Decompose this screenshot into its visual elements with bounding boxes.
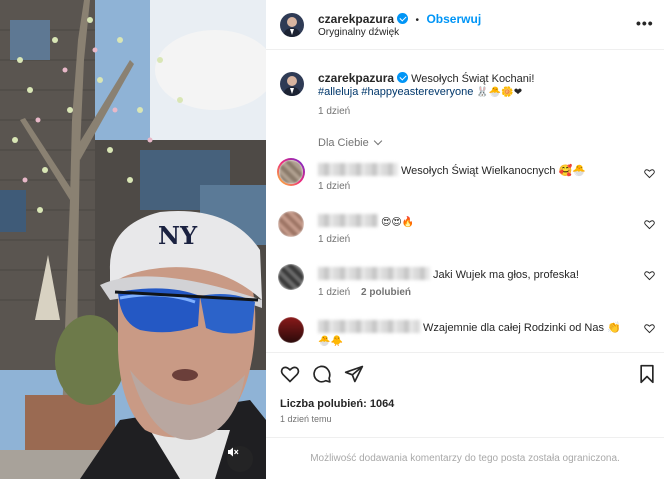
- commenter-avatar[interactable]: [278, 264, 304, 290]
- caption-author-avatar[interactable]: [280, 72, 304, 96]
- post-header: czarekpazura • Obserwuj Oryginalny dźwię…: [266, 0, 664, 50]
- comment-time[interactable]: 1 dzień: [318, 287, 350, 298]
- comment-bubble-icon[interactable]: [312, 364, 332, 384]
- share-paper-plane-icon[interactable]: [344, 364, 364, 384]
- blurred-username: [318, 214, 378, 227]
- caption-line-1: czarekpazura Wesołych Świąt Kochani!: [318, 71, 534, 85]
- caption-time[interactable]: 1 dzień: [318, 106, 350, 117]
- header-separator: •: [415, 15, 420, 26]
- author-username[interactable]: czarekpazura: [318, 12, 394, 26]
- commenter-avatar[interactable]: [277, 158, 305, 186]
- verified-badge-icon: [397, 72, 409, 83]
- comment-item: Wzajemnie dla całej Rodzinki od Nas 👏 🐣🐥: [266, 317, 664, 351]
- speaker-muted-icon: [228, 447, 239, 457]
- comment-text-line: Wzajemnie dla całej Rodzinki od Nas 👏: [318, 320, 621, 334]
- commenter-avatar[interactable]: [278, 211, 304, 237]
- comments-restricted-text: Możliwość dodawania komentarzy do tego p…: [310, 453, 620, 464]
- caption-line-2: #alleluja #happyeastereveryone 🐰🐣🌼❤: [318, 86, 522, 98]
- comment-text-line: 😍😍🔥: [318, 214, 414, 228]
- comment-time[interactable]: 1 dzień: [318, 181, 350, 192]
- post-details-panel: czarekpazura • Obserwuj Oryginalny dźwię…: [266, 0, 664, 479]
- follow-button[interactable]: Obserwuj: [426, 12, 481, 26]
- caption-text: Wesołych Świąt Kochani!: [411, 73, 535, 85]
- blurred-username: [318, 163, 398, 176]
- svg-text:NY: NY: [158, 221, 198, 250]
- like-comment-heart-icon[interactable]: [644, 270, 655, 281]
- caption-emojis: 🐰🐣🌼❤: [476, 87, 523, 98]
- blurred-username: [318, 267, 430, 280]
- comment-text-line: Wesołych Świąt Wielkanocnych 🥰🐣: [318, 163, 586, 177]
- comment-item: Wesołych Świąt Wielkanocnych 🥰🐣 1 dzień: [266, 158, 664, 198]
- comment-sort-dropdown[interactable]: Dla Ciebie: [318, 136, 383, 149]
- comment-time[interactable]: 1 dzień: [318, 234, 350, 245]
- like-heart-icon[interactable]: [280, 364, 300, 384]
- like-comment-heart-icon[interactable]: [644, 219, 655, 230]
- comment-meta: 1 dzień 2 polubień: [318, 287, 411, 298]
- post-photo: NY: [0, 0, 266, 479]
- blurred-avatar: [278, 317, 304, 343]
- blurred-username: [318, 320, 420, 333]
- blurred-avatar: [279, 160, 303, 184]
- mute-button[interactable]: [227, 446, 253, 472]
- comment-sort-label: Dla Ciebie: [318, 137, 369, 149]
- comment-text-continued: 🐣🐥: [318, 336, 343, 347]
- more-options-icon[interactable]: •••: [636, 15, 654, 31]
- avatar-image: [280, 13, 304, 37]
- save-bookmark-icon[interactable]: [638, 364, 656, 384]
- verified-badge-icon: [397, 13, 409, 24]
- post-media[interactable]: NY: [0, 0, 266, 479]
- like-comment-heart-icon[interactable]: [644, 168, 655, 179]
- comment-item: 😍😍🔥 1 dzień: [266, 211, 664, 251]
- blurred-avatar: [278, 264, 304, 290]
- audio-label[interactable]: Oryginalny dźwięk: [318, 27, 399, 38]
- comment-text: Jaki Wujek ma głos, profeska!: [433, 269, 579, 281]
- like-count[interactable]: Liczba polubień: 1064: [280, 398, 394, 410]
- comment-item: Jaki Wujek ma głos, profeska! 1 dzień 2 …: [266, 264, 664, 304]
- author-avatar[interactable]: [280, 13, 304, 37]
- comment-text-line: Jaki Wujek ma głos, profeska!: [318, 267, 579, 281]
- comment-likes[interactable]: 2 polubień: [361, 287, 411, 298]
- caption-hashtags[interactable]: #alleluja #happyeastereveryone: [318, 86, 473, 98]
- comment-text: 😍😍🔥: [381, 217, 415, 228]
- comment-text: Wzajemnie dla całej Rodzinki od Nas 👏: [423, 322, 621, 334]
- post-timestamp[interactable]: 1 dzień temu: [280, 414, 332, 424]
- caption-username[interactable]: czarekpazura: [318, 71, 394, 85]
- comment-text: Wesołych Świąt Wielkanocnych 🥰🐣: [401, 165, 586, 177]
- commenter-avatar[interactable]: [278, 317, 304, 343]
- blurred-avatar: [278, 211, 304, 237]
- chevron-down-icon: [373, 136, 383, 146]
- like-comment-heart-icon[interactable]: [644, 323, 655, 334]
- avatar-image: [280, 72, 304, 96]
- comments-restricted-bar: Możliwość dodawania komentarzy do tego p…: [266, 437, 664, 479]
